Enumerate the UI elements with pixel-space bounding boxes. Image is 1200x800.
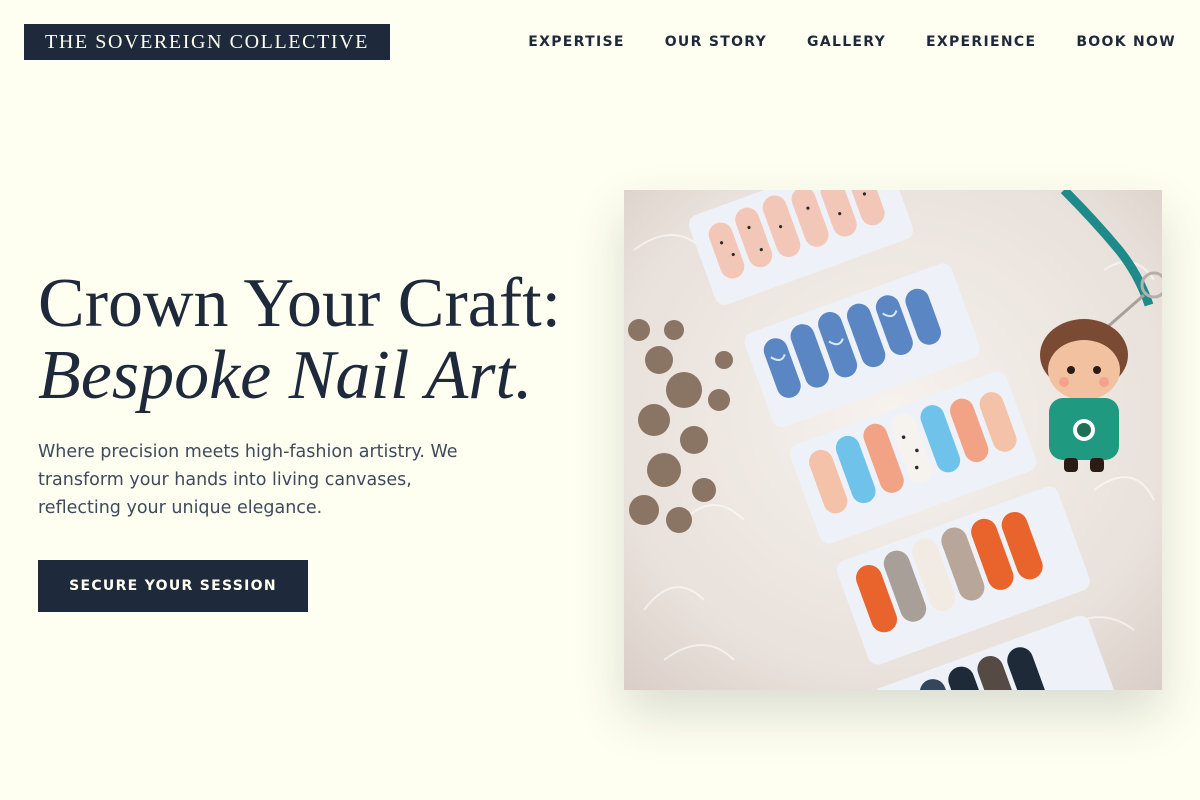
hero-headline-line1: Crown Your Craft: xyxy=(38,265,562,342)
nav-link-expertise[interactable]: EXPERTISE xyxy=(528,32,624,52)
hero-content: Crown Your Craft: Bespoke Nail Art. Wher… xyxy=(38,268,598,522)
nav-link-gallery[interactable]: GALLERY xyxy=(807,32,886,52)
main-nav: EXPERTISE OUR STORY GALLERY EXPERIENCE B… xyxy=(528,32,1176,52)
hero-image xyxy=(624,190,1162,690)
nav-link-experience[interactable]: EXPERIENCE xyxy=(926,32,1036,52)
nav-link-our-story[interactable]: OUR STORY xyxy=(665,32,767,52)
brand-logo[interactable]: THE SOVEREIGN COLLECTIVE xyxy=(24,24,390,60)
hero-headline: Crown Your Craft: Bespoke Nail Art. xyxy=(38,268,598,412)
hero-description: Where precision meets high-fashion artis… xyxy=(38,442,458,518)
nav-link-book-now[interactable]: BOOK NOW xyxy=(1076,32,1176,52)
hero-headline-line2: Bespoke Nail Art. xyxy=(38,337,533,414)
secure-session-button[interactable]: SECURE YOUR SESSION xyxy=(38,560,308,612)
site-header: THE SOVEREIGN COLLECTIVE EXPERTISE OUR S… xyxy=(0,0,1200,84)
